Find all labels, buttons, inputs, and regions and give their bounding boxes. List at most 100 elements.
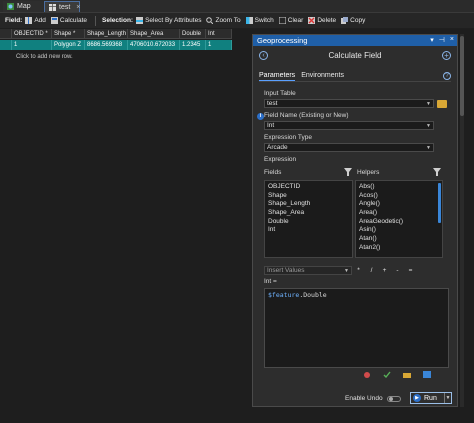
chevron-down-icon: ▼ (344, 267, 349, 274)
copy-button[interactable]: Copy (341, 17, 365, 24)
list-item[interactable]: Asin() (356, 226, 442, 235)
table-cell[interactable]: 4706010.672033 (128, 40, 180, 50)
column-header-objectid[interactable]: OBJECTID * (12, 29, 52, 39)
expression-tools (363, 371, 431, 378)
table-row[interactable]: 1 Polygon Z 8686.569368 4706010.672033 1… (0, 40, 232, 50)
switch-selection-button[interactable]: Switch (245, 17, 274, 24)
pane-pin-icon[interactable]: ⊣ (439, 36, 445, 44)
column-header-double[interactable]: Double (180, 29, 206, 39)
helpers-scrollbar[interactable] (438, 183, 441, 223)
table-cell[interactable]: 8686.569368 (85, 40, 128, 50)
add-field-label: Add (34, 17, 46, 24)
pane-scrollbar[interactable] (460, 34, 464, 407)
close-icon[interactable]: × (76, 4, 80, 11)
column-header-int[interactable]: Int (206, 29, 232, 39)
load-expression-icon[interactable] (403, 371, 411, 378)
list-item[interactable]: Shape_Area (265, 209, 352, 218)
list-item[interactable]: Atan2() (356, 244, 442, 253)
table-cell[interactable]: 1 (206, 40, 232, 50)
tool-title: Calculate Field (328, 51, 382, 60)
list-item[interactable]: OBJECTID (265, 183, 352, 192)
save-expression-icon[interactable] (423, 371, 431, 378)
list-item[interactable]: Int (265, 226, 352, 235)
pane-close-icon[interactable]: × (450, 36, 454, 44)
input-table-field[interactable]: test ▼ (264, 99, 434, 108)
pane-options-chevron-down-icon[interactable]: ▾ (430, 36, 434, 44)
run-options-chevron-down-icon[interactable]: ▼ (444, 393, 451, 403)
field-name-select[interactable]: Int ▼ (264, 121, 434, 130)
field-section-label: Field: (5, 17, 23, 24)
divide-operator-button[interactable]: / (365, 267, 378, 274)
expression-target-label: Int = (264, 278, 277, 285)
list-item[interactable]: Acos() (356, 192, 442, 201)
enable-undo-toggle[interactable] (386, 395, 401, 402)
tab-map[interactable]: Map (3, 1, 43, 12)
equals-operator-button[interactable]: = (404, 267, 417, 274)
list-item[interactable]: Abs() (356, 183, 442, 192)
tab-environments[interactable]: Environments (301, 72, 344, 81)
tab-test-label: test (59, 3, 71, 11)
copy-icon (341, 17, 349, 24)
fields-list: OBJECTID Shape Shape_Length Shape_Area D… (264, 180, 353, 258)
insert-values-dropdown[interactable]: Insert Values ▼ (264, 265, 352, 275)
tab-test[interactable]: test × (44, 1, 80, 12)
delete-icon (308, 17, 316, 24)
table-cell[interactable]: 1.2345 (180, 40, 206, 50)
select-by-attributes-icon (136, 17, 144, 24)
list-item[interactable]: AreaGeodetic() (356, 218, 442, 227)
list-item[interactable]: Atan() (356, 235, 442, 244)
column-header-shape[interactable]: Shape * (52, 29, 85, 39)
helpers-list-label: Helpers (357, 169, 380, 176)
verify-expression-icon[interactable] (383, 371, 391, 378)
list-item[interactable]: Shape_Length (265, 200, 352, 209)
table-toolbar: Field: Add Calculate Selection: Select B… (0, 13, 474, 28)
multiply-operator-button[interactable]: * (352, 267, 365, 274)
clear-selection-button[interactable]: Clear (278, 17, 303, 24)
list-item[interactable]: Double (265, 218, 352, 227)
help-icon[interactable]: ? (443, 72, 451, 80)
tab-map-label: Map (17, 3, 31, 10)
list-item[interactable]: Shape (265, 192, 352, 201)
pane-scrollbar-thumb[interactable] (460, 36, 464, 116)
add-tool-plus-icon[interactable]: + (442, 51, 451, 60)
chevron-down-icon: ▼ (426, 145, 431, 151)
calculate-field-button[interactable]: Calculate (50, 17, 87, 24)
helpers-list: Abs() Acos() Angle() Area() AreaGeodetic… (355, 180, 443, 258)
geoprocessing-pane: Geoprocessing ▾ ⊣ × ‹ Calculate Field + … (252, 34, 458, 407)
add-new-row-hint[interactable]: Click to add new row. (0, 52, 252, 62)
tab-parameters[interactable]: Parameters (259, 72, 296, 81)
expression-type-select[interactable]: Arcade ▼ (264, 143, 434, 152)
subtract-operator-button[interactable]: - (391, 267, 404, 274)
table-icon (49, 3, 56, 11)
expression-keyword: $feature (268, 291, 300, 299)
enable-undo-label: Enable Undo (345, 395, 383, 402)
chevron-down-icon: ▼ (426, 123, 431, 129)
fields-filter-icon[interactable] (344, 168, 352, 176)
add-operator-button[interactable]: + (378, 267, 391, 274)
table-cell[interactable]: Polygon Z (52, 40, 85, 50)
zoom-to-button[interactable]: Zoom To (206, 17, 241, 24)
column-header-shape-length[interactable]: Shape_Length (85, 29, 128, 39)
row-selector[interactable] (0, 40, 12, 50)
map-icon (7, 3, 14, 10)
table-cell[interactable]: 1 (12, 40, 52, 50)
select-by-attributes-button[interactable]: Select By Attributes (136, 17, 201, 24)
clear-expression-icon[interactable] (363, 371, 371, 378)
input-table-label: Input Table (264, 90, 296, 97)
expression-editor[interactable]: $feature.Double (264, 288, 449, 368)
column-header-shape-area[interactable]: Shape_Area (128, 29, 180, 39)
tool-header: ‹ Calculate Field + (253, 49, 457, 63)
selection-section-label: Selection: (102, 17, 134, 24)
row-header-corner (0, 29, 12, 39)
list-item[interactable]: Area() (356, 209, 442, 218)
zoom-to-icon (206, 17, 214, 24)
run-play-icon: ▶ (413, 394, 421, 402)
add-field-button[interactable]: Add (25, 17, 46, 24)
field-name-label: Field Name (Existing or New) (264, 112, 349, 119)
helpers-filter-icon[interactable] (433, 168, 441, 176)
delete-button[interactable]: Delete (308, 17, 336, 24)
browse-folder-icon[interactable] (437, 100, 447, 108)
run-button[interactable]: ▶ Run ▼ (410, 392, 452, 404)
info-icon[interactable]: i (257, 113, 264, 120)
list-item[interactable]: Angle() (356, 200, 442, 209)
